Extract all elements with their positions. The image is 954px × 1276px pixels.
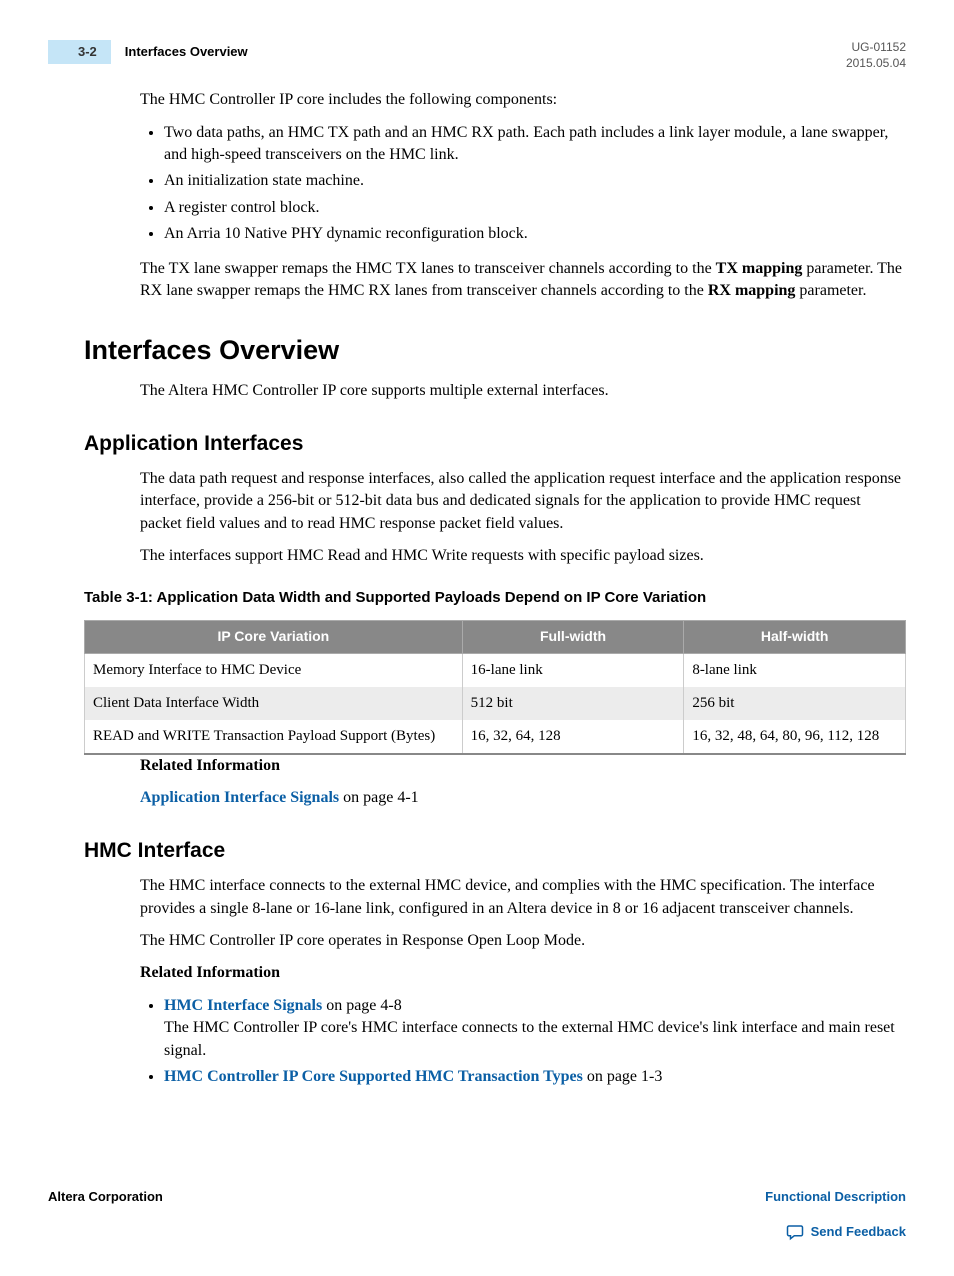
related-info-label: Related Information — [140, 755, 906, 777]
list-item: HMC Interface Signals on page 4-8 The HM… — [164, 995, 906, 1062]
list-item: Two data paths, an HMC TX path and an HM… — [164, 122, 906, 167]
table-cell: Client Data Interface Width — [85, 687, 463, 720]
page-number: 3-2 — [48, 40, 111, 64]
table-cell: Memory Interface to HMC Device — [85, 654, 463, 688]
link-send-feedback[interactable]: Send Feedback — [785, 1223, 906, 1241]
header-right: UG-01152 2015.05.04 — [846, 40, 906, 71]
related-list: HMC Interface Signals on page 4-8 The HM… — [140, 995, 906, 1089]
application-table: IP Core Variation Full-width Half-width … — [84, 620, 906, 755]
list-item: An initialization state machine. — [164, 170, 906, 192]
text-run: on page 4-8 — [322, 997, 402, 1014]
table-cell: 256 bit — [684, 687, 906, 720]
body-text: The interfaces support HMC Read and HMC … — [140, 545, 906, 567]
heading-application-interfaces: Application Interfaces — [84, 429, 906, 458]
footer-right: Functional Description Send Feedback — [765, 1188, 906, 1245]
footer-company: Altera Corporation — [48, 1188, 163, 1206]
list-item: HMC Controller IP Core Supported HMC Tra… — [164, 1066, 906, 1088]
page-header: 3-2 Interfaces Overview UG-01152 2015.05… — [48, 40, 906, 71]
bold-term: TX mapping — [716, 260, 803, 277]
table-row: Client Data Interface Width 512 bit 256 … — [85, 687, 906, 720]
table-cell: READ and WRITE Transaction Payload Suppo… — [85, 720, 463, 754]
table-cell: 512 bit — [462, 687, 684, 720]
table-header-row: IP Core Variation Full-width Half-width — [85, 621, 906, 654]
page-footer: Altera Corporation Functional Descriptio… — [48, 1188, 906, 1245]
header-left: 3-2 Interfaces Overview — [48, 40, 248, 64]
components-list: Two data paths, an HMC TX path and an HM… — [140, 122, 906, 246]
body-text: The HMC Controller IP core operates in R… — [140, 930, 906, 952]
link-hmc-transaction-types[interactable]: HMC Controller IP Core Supported HMC Tra… — [164, 1068, 583, 1085]
body-text: The HMC interface connects to the extern… — [140, 875, 906, 920]
mapping-paragraph: The TX lane swapper remaps the HMC TX la… — [140, 258, 906, 303]
table-cell: 8-lane link — [684, 654, 906, 688]
link-hmc-interface-signals[interactable]: HMC Interface Signals — [164, 997, 322, 1014]
body-text: The Altera HMC Controller IP core suppor… — [140, 380, 906, 402]
header-section-title: Interfaces Overview — [125, 43, 248, 61]
table-header: Half-width — [684, 621, 906, 654]
table-row: Memory Interface to HMC Device 16-lane l… — [85, 654, 906, 688]
table-header: IP Core Variation — [85, 621, 463, 654]
list-item: A register control block. — [164, 197, 906, 219]
intro-lead: The HMC Controller IP core includes the … — [140, 89, 906, 111]
link-application-interface-signals[interactable]: Application Interface Signals — [140, 789, 339, 806]
doc-date: 2015.05.04 — [846, 56, 906, 72]
body-text: The data path request and response inter… — [140, 468, 906, 535]
related-info-label: Related Information — [140, 962, 906, 984]
link-functional-description[interactable]: Functional Description — [765, 1188, 906, 1206]
table-cell: 16-lane link — [462, 654, 684, 688]
text-run: on page 4-1 — [339, 789, 419, 806]
text-run: The TX lane swapper remaps the HMC TX la… — [140, 260, 716, 277]
heading-interfaces-overview: Interfaces Overview — [84, 332, 906, 370]
text-run: on page 1-3 — [583, 1068, 663, 1085]
list-item: An Arria 10 Native PHY dynamic reconfigu… — [164, 223, 906, 245]
bold-term: RX mapping — [708, 282, 796, 299]
table-cell: 16, 32, 48, 64, 80, 96, 112, 128 — [684, 720, 906, 754]
related-desc: The HMC Controller IP core's HMC interfa… — [164, 1017, 906, 1062]
page-body: The HMC Controller IP core includes the … — [140, 89, 906, 1088]
table-cell: 16, 32, 64, 128 — [462, 720, 684, 754]
related-link-line: Application Interface Signals on page 4-… — [140, 787, 906, 809]
feedback-label: Send Feedback — [811, 1223, 906, 1241]
table-row: READ and WRITE Transaction Payload Suppo… — [85, 720, 906, 754]
table-header: Full-width — [462, 621, 684, 654]
doc-id: UG-01152 — [846, 40, 906, 56]
feedback-icon — [785, 1223, 805, 1241]
heading-hmc-interface: HMC Interface — [84, 836, 906, 865]
table-caption: Table 3-1: Application Data Width and Su… — [84, 587, 906, 608]
text-run: parameter. — [795, 282, 866, 299]
